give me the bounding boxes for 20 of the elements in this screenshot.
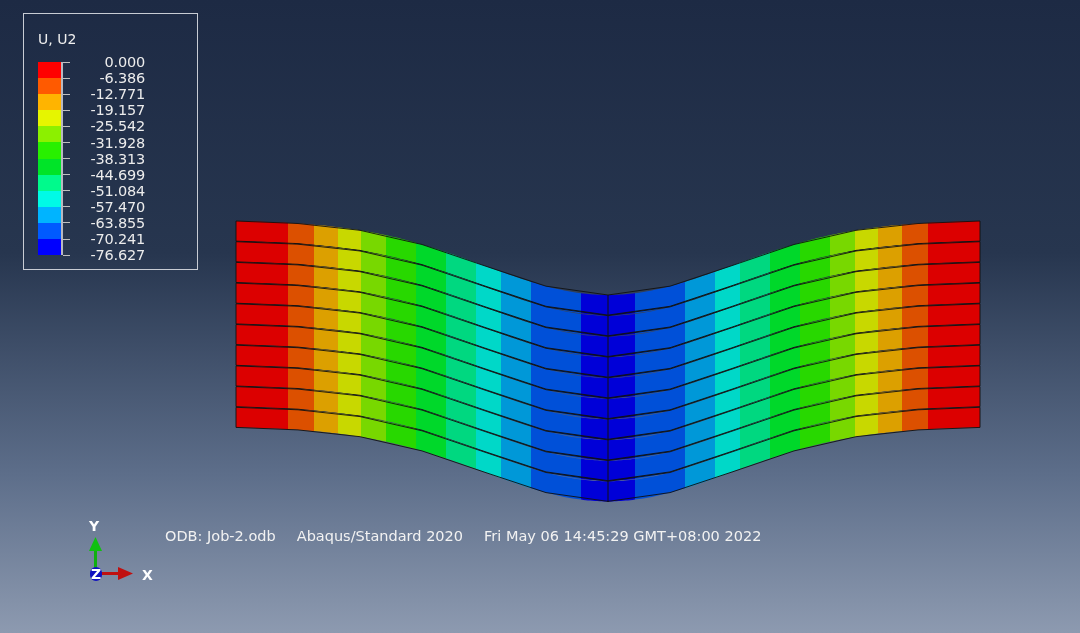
- legend-value: -63.855: [90, 215, 145, 231]
- legend-value: -44.699: [90, 166, 145, 183]
- legend-value: -57.470: [90, 198, 145, 215]
- legend-value: -12.771: [90, 86, 145, 103]
- legend-value: -6.386: [99, 70, 145, 87]
- y-axis-label: Y: [89, 519, 100, 533]
- legend-value: -31.928: [90, 134, 145, 151]
- legend-value: -76.627: [90, 247, 145, 264]
- legend-title: U, U2: [38, 31, 78, 48]
- x-axis-label: X: [142, 568, 153, 582]
- legend-value: -19.157: [90, 102, 145, 119]
- model-info-text: ODB: Job-2.odb: [165, 528, 276, 544]
- legend-value: -25.542: [90, 118, 145, 135]
- model-info-text: Abaqus/Standard 2020: [296, 528, 464, 544]
- z-axis-label: Z: [90, 567, 103, 581]
- legend-value: -38.313: [90, 150, 145, 167]
- legend-value: -70.241: [90, 231, 145, 248]
- legend-value: 0.000: [104, 54, 145, 71]
- model-info-text: Fri May 06 14:45:29 GMT+08:00 2022: [484, 528, 762, 544]
- legend-value: -51.084: [90, 182, 145, 199]
